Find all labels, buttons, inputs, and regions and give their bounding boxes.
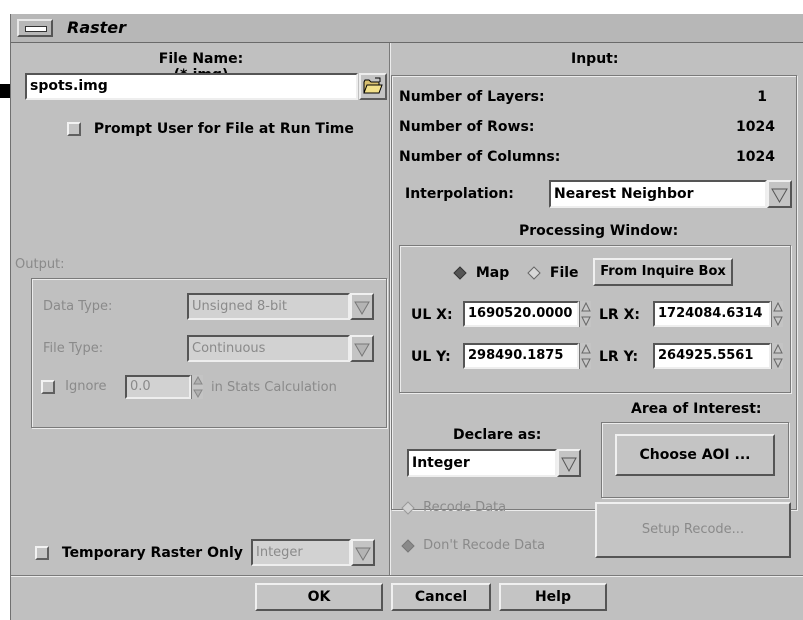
data-type-label: Data Type: <box>43 299 113 314</box>
declare-as-label: Declare as: <box>453 427 542 443</box>
stats-calculation-label: in Stats Calculation <box>211 380 337 395</box>
ignore-checkbox[interactable] <box>41 379 55 394</box>
temp-raster-label: Temporary Raster Only <box>61 545 243 561</box>
recode-data-option[interactable]: Recode Data <box>401 500 506 515</box>
aoi-label: Area of Interest: <box>631 401 762 417</box>
uly-label: UL Y: <box>411 349 451 365</box>
spinner-arrows-icon <box>581 301 591 327</box>
ulx-label: UL X: <box>411 307 453 323</box>
spinner-arrows-icon <box>773 301 783 327</box>
dropdown-arrow-icon <box>354 343 370 357</box>
ulx-spinner[interactable] <box>579 301 591 327</box>
interpolation-label: Interpolation: <box>405 186 514 202</box>
file-type-dropdown-arrow[interactable] <box>350 335 374 362</box>
spinner-arrows-icon <box>773 343 783 369</box>
ulx-input[interactable]: 1690520.0000 <box>463 301 579 327</box>
file-type-dropdown[interactable]: Continuous <box>187 335 350 362</box>
layers-label: Number of Layers: <box>399 89 545 105</box>
dont-recode-label: Don't Recode Data <box>423 538 546 553</box>
cols-value: 1024 <box>736 149 775 165</box>
column-divider <box>389 43 390 575</box>
uly-input[interactable]: 298490.1875 <box>463 343 579 369</box>
window-title: Raster <box>67 18 127 37</box>
cols-label: Number of Columns: <box>399 149 561 165</box>
interpolation-dropdown-arrow[interactable] <box>767 180 792 208</box>
ignore-value-spinner[interactable] <box>191 375 203 399</box>
file-radio-option[interactable]: File <box>527 265 579 281</box>
lrx-spinner[interactable] <box>771 301 783 327</box>
prompt-user-label: Prompt User for File at Run Time <box>93 121 354 137</box>
declare-as-dropdown-arrow[interactable] <box>557 449 581 477</box>
dropdown-arrow-icon <box>354 301 370 315</box>
temp-raster-type-arrow[interactable] <box>351 539 375 566</box>
output-label: Output: <box>15 257 65 272</box>
processing-window-label: Processing Window: <box>519 223 679 239</box>
spinner-arrows-icon <box>581 343 591 369</box>
window-menu-button[interactable] <box>17 19 53 37</box>
dialog-body: File Name: (*.img) spots.img Prompt User… <box>11 43 803 620</box>
setup-recode-button[interactable]: Setup Recode... <box>595 502 791 558</box>
spinner-arrows-icon <box>193 375 203 399</box>
data-type-dropdown[interactable]: Unsigned 8-bit <box>187 293 350 320</box>
ignore-label: Ignore <box>65 379 107 394</box>
prompt-user-checkbox[interactable] <box>67 122 81 136</box>
layers-value: 1 <box>757 89 767 105</box>
raster-dialog-window: Raster File Name: (*.img) spots.img Prom… <box>10 14 803 620</box>
dropdown-arrow-icon <box>561 457 577 473</box>
dropdown-arrow-icon <box>355 547 371 561</box>
button-row-separator <box>11 575 803 576</box>
declare-as-dropdown[interactable]: Integer <box>407 449 557 477</box>
cancel-button[interactable]: Cancel <box>391 583 491 611</box>
uly-spinner[interactable] <box>579 343 591 369</box>
map-radio-label: Map <box>475 265 510 281</box>
interpolation-dropdown[interactable]: Nearest Neighbor <box>549 180 767 208</box>
browse-file-button[interactable] <box>359 73 387 100</box>
menu-bar-icon <box>25 26 47 32</box>
temp-raster-type-dropdown[interactable]: Integer <box>251 539 351 566</box>
lry-input[interactable]: 264925.5561 <box>653 343 771 369</box>
choose-aoi-button[interactable]: Choose AOI ... <box>615 434 775 476</box>
radio-selected-icon <box>401 538 415 553</box>
file-name-input[interactable]: spots.img <box>25 73 358 100</box>
radio-unselected-icon <box>527 266 541 280</box>
file-radio-label: File <box>549 265 579 281</box>
lry-label: LR Y: <box>599 349 639 365</box>
prompt-user-option[interactable]: Prompt User for File at Run Time <box>67 121 354 137</box>
rows-value: 1024 <box>736 119 775 135</box>
map-radio-option[interactable]: Map <box>453 265 509 281</box>
from-inquire-box-button[interactable]: From Inquire Box <box>593 258 733 286</box>
lrx-input[interactable]: 1724084.6314 <box>653 301 771 327</box>
ignore-value-input[interactable]: 0.0 <box>125 375 191 399</box>
temp-raster-option[interactable]: Temporary Raster Only <box>35 545 243 561</box>
ok-button[interactable]: OK <box>255 583 383 611</box>
lry-spinner[interactable] <box>771 343 783 369</box>
recode-data-label: Recode Data <box>423 500 507 515</box>
folder-open-icon <box>363 77 383 94</box>
radio-unselected-icon <box>401 500 415 515</box>
dont-recode-option[interactable]: Don't Recode Data <box>401 538 545 553</box>
radio-selected-icon <box>453 266 467 280</box>
dropdown-arrow-icon <box>771 188 788 204</box>
temp-raster-checkbox[interactable] <box>35 546 49 560</box>
input-title: Input: <box>571 51 619 67</box>
data-type-dropdown-arrow[interactable] <box>350 293 374 320</box>
ignore-option[interactable]: Ignore <box>41 379 106 394</box>
title-bar: Raster <box>11 14 803 43</box>
lrx-label: LR X: <box>599 307 640 323</box>
file-type-label: File Type: <box>43 341 104 356</box>
help-button[interactable]: Help <box>499 583 607 611</box>
rows-label: Number of Rows: <box>399 119 535 135</box>
